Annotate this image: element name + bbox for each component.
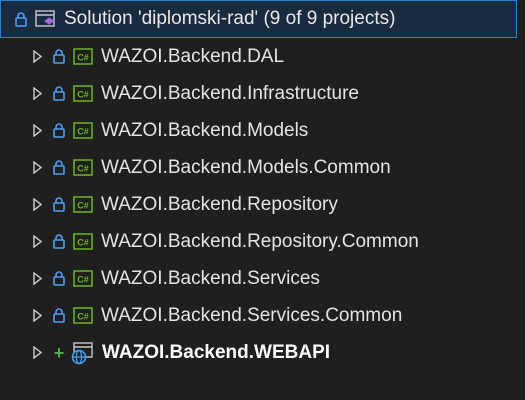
project-label: WAZOI.Backend.Infrastructure (101, 82, 359, 104)
solution-icon (35, 9, 57, 29)
project-node[interactable]: C# WAZOI.Backend.Services.Common (0, 297, 525, 334)
project-label: WAZOI.Backend.Repository (101, 193, 338, 215)
solution-label: Solution 'diplomski-rad' (9 of 9 project… (64, 8, 396, 29)
project-label: WAZOI.Backend.WEBAPI (102, 341, 331, 363)
project-label: WAZOI.Backend.Services (101, 267, 320, 289)
expand-arrow-icon[interactable] (31, 123, 43, 139)
expand-arrow-icon[interactable] (31, 308, 43, 324)
expand-arrow-icon[interactable] (31, 345, 43, 361)
project-label: WAZOI.Backend.DAL (101, 45, 285, 67)
project-node[interactable]: C# WAZOI.Backend.Models.Common (0, 149, 525, 186)
lock-icon (52, 85, 66, 103)
lock-icon (14, 10, 28, 28)
project-label: WAZOI.Backend.Repository.Common (101, 230, 419, 252)
project-node[interactable]: C# WAZOI.Backend.Infrastructure (0, 75, 525, 112)
lock-icon (52, 196, 66, 214)
svg-text:C#: C# (77, 238, 89, 248)
csharp-project-icon: C# (73, 196, 93, 214)
lock-icon (52, 233, 66, 251)
project-label: WAZOI.Backend.Services.Common (101, 304, 403, 326)
svg-text:C#: C# (77, 201, 89, 211)
csharp-project-icon: C# (73, 85, 93, 103)
csharp-project-icon: C# (73, 270, 93, 288)
project-node[interactable]: C# WAZOI.Backend.Models (0, 112, 525, 149)
svg-text:C#: C# (77, 90, 89, 100)
pending-add-icon: + (53, 342, 65, 363)
expand-arrow-icon[interactable] (31, 234, 43, 250)
expand-arrow-icon[interactable] (31, 86, 43, 102)
csharp-project-icon: C# (73, 307, 93, 325)
project-label: WAZOI.Backend.Models.Common (101, 156, 391, 178)
csharp-project-icon: C# (73, 122, 93, 140)
svg-text:C#: C# (77, 53, 89, 63)
svg-text:C#: C# (77, 127, 89, 137)
project-node-startup[interactable]: + WAZOI.Backend.WEBAPI (0, 334, 525, 371)
project-node[interactable]: C# WAZOI.Backend.Services (0, 260, 525, 297)
lock-icon (52, 48, 66, 66)
lock-icon (52, 270, 66, 288)
csharp-project-icon: C# (73, 233, 93, 251)
solution-explorer: Solution 'diplomski-rad' (9 of 9 project… (0, 0, 525, 400)
solution-node[interactable]: Solution 'diplomski-rad' (9 of 9 project… (0, 0, 517, 38)
project-label: WAZOI.Backend.Models (101, 119, 309, 141)
expand-arrow-icon[interactable] (31, 160, 43, 176)
csharp-project-icon: C# (73, 159, 93, 177)
project-node[interactable]: C# WAZOI.Backend.Repository (0, 186, 525, 223)
expand-arrow-icon[interactable] (31, 197, 43, 213)
svg-text:C#: C# (77, 164, 89, 174)
expand-arrow-icon[interactable] (31, 49, 43, 65)
web-project-icon (70, 341, 94, 365)
lock-icon (52, 122, 66, 140)
project-node[interactable]: C# WAZOI.Backend.Repository.Common (0, 223, 525, 260)
svg-text:C#: C# (77, 312, 89, 322)
csharp-project-icon: C# (73, 48, 93, 66)
expand-arrow-icon[interactable] (31, 271, 43, 287)
svg-text:C#: C# (77, 275, 89, 285)
lock-icon (52, 159, 66, 177)
project-node[interactable]: C# WAZOI.Backend.DAL (0, 38, 525, 75)
lock-icon (52, 307, 66, 325)
